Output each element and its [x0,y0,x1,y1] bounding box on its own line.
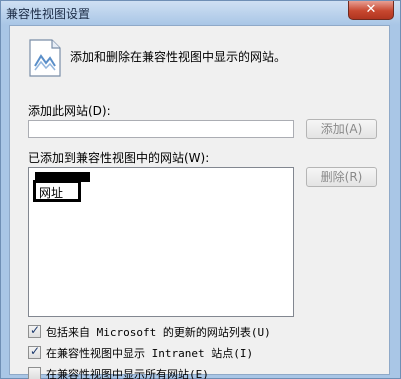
check-icon: ✓ [30,344,41,358]
option-label: 在兼容性视图中显示所有网站(E) [46,368,209,379]
added-sites-label: 已添加到兼容性视图中的网站(W): [28,151,210,165]
list-item-label: 网址 [39,186,64,200]
delete-button[interactable]: 删除(R) [306,167,377,187]
header-description: 添加和删除在兼容性视图中显示的网站。 [70,50,287,64]
window-title: 兼容性视图设置 [6,7,91,21]
add-site-label: 添加此网站(D): [28,104,111,118]
checkbox[interactable] [28,367,41,379]
check-icon: ✓ [30,323,41,337]
list-item[interactable]: 网址 [33,180,81,202]
option-label: 包括来自 Microsoft 的更新的网站列表(U) [46,326,271,339]
option-show-intranet[interactable]: ✓ 在兼容性视图中显示 Intranet 站点(I) [28,344,328,362]
checkbox[interactable]: ✓ [28,344,41,359]
option-include-microsoft-list[interactable]: ✓ 包括来自 Microsoft 的更新的网站列表(U) [28,323,328,341]
compatibility-view-icon [29,39,61,77]
option-show-all-sites[interactable]: 在兼容性视图中显示所有网站(E) [28,365,328,379]
option-label: 在兼容性视图中显示 Intranet 站点(I) [46,347,254,360]
title-bar[interactable]: 兼容性视图设置 ✕ [1,1,400,25]
checkbox[interactable]: ✓ [28,323,41,338]
add-site-input[interactable] [28,120,294,138]
add-button[interactable]: 添加(A) [306,119,377,139]
dialog-window: 兼容性视图设置 ✕ 添加和删除在兼容性视图中显示的网站。 添加此网站(D): 添… [0,0,401,379]
close-icon: ✕ [365,2,377,17]
close-button[interactable]: ✕ [348,1,394,20]
dialog-client-area: 添加和删除在兼容性视图中显示的网站。 添加此网站(D): 添加(A) 已添加到兼… [9,25,390,379]
added-sites-list[interactable]: 网址 [28,167,294,317]
